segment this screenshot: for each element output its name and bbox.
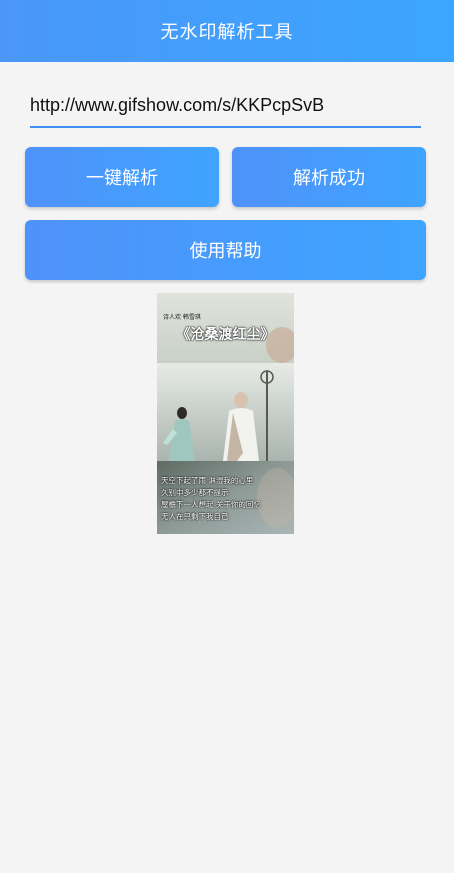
lyric-line: 久别中多少都不提示	[161, 488, 229, 497]
app-header: 无水印解析工具	[0, 0, 454, 62]
parse-status-button[interactable]: 解析成功	[232, 147, 426, 207]
parse-button[interactable]: 一键解析	[25, 147, 219, 207]
url-field[interactable]	[30, 88, 421, 128]
preview-lyrics: 天空下起了雨 淋湿我的心里 久别中多少都不提示 屋檐下一人想起 关于你的回忆 无…	[161, 475, 293, 523]
lyric-line: 天空下起了雨 淋湿我的心里	[161, 476, 254, 485]
page-title: 无水印解析工具	[160, 22, 294, 43]
lyric-line: 无人在只剩下我自己	[161, 512, 229, 521]
help-button[interactable]: 使用帮助	[25, 220, 426, 280]
preview-credit: 诗人欢 韩雪琪	[163, 314, 201, 321]
lyric-line: 屋檐下一人想起 关于你的回忆	[161, 500, 261, 509]
video-preview[interactable]: 诗人欢 韩雪琪 《沧桑渡红尘》 天空下起了雨 淋湿我的心里 久别中多少都不提示 …	[157, 293, 294, 534]
url-input[interactable]	[30, 88, 421, 122]
preview-title: 《沧桑渡红尘》	[176, 327, 275, 343]
